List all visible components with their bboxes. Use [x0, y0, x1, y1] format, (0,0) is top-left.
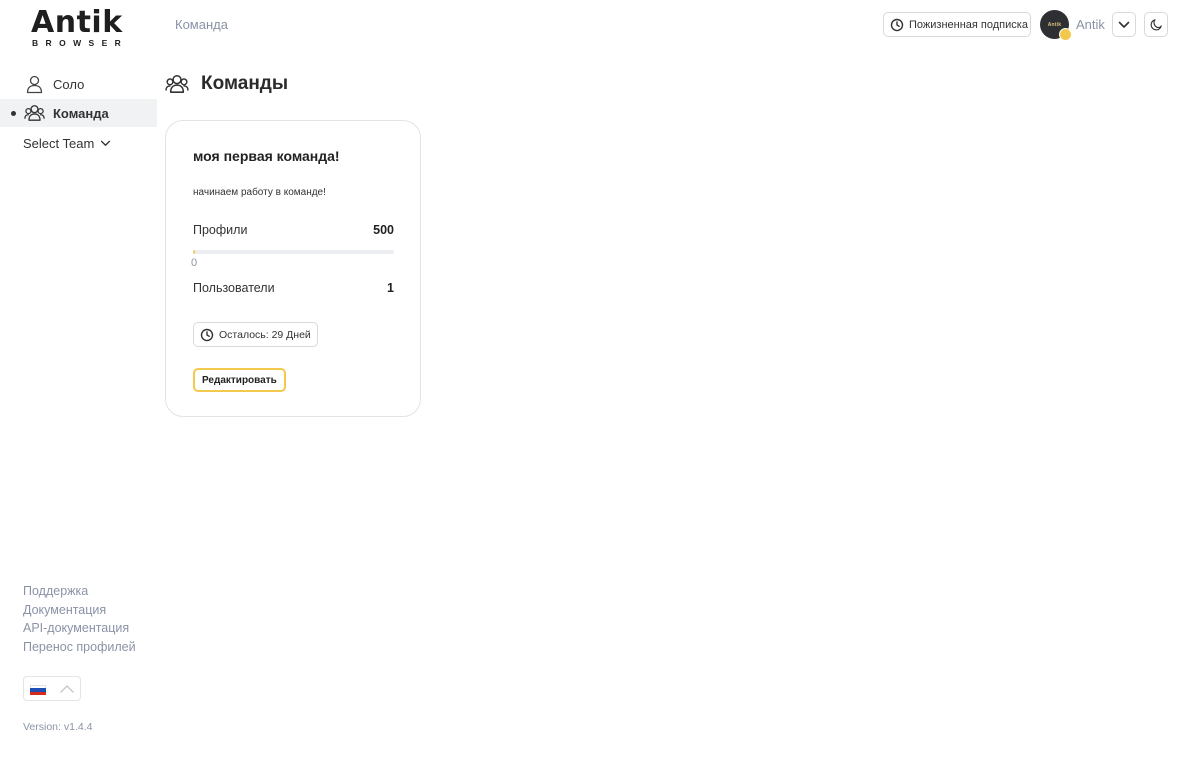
- remaining-days-badge: Осталось: 29 Дней: [193, 322, 318, 347]
- avatar-text: Antik: [1047, 21, 1062, 28]
- api-docs-link[interactable]: API-документация: [23, 621, 136, 637]
- page-title-text: Команды: [201, 73, 289, 94]
- footer-links: Поддержка Документация API-документация …: [23, 584, 136, 655]
- sidebar-item-label: Соло: [53, 77, 85, 92]
- support-link[interactable]: Поддержка: [23, 584, 136, 600]
- theme-toggle-button[interactable]: [1144, 12, 1168, 37]
- breadcrumb: Команда: [175, 17, 228, 32]
- profiles-max: 500: [373, 223, 394, 237]
- sidebar-item-team[interactable]: Команда: [0, 99, 157, 127]
- users-icon: [165, 74, 189, 93]
- select-team-dropdown[interactable]: Select Team: [23, 136, 111, 151]
- users-count: 1: [387, 281, 394, 295]
- docs-link[interactable]: Документация: [23, 603, 136, 619]
- users-label: Пользователи: [193, 281, 275, 295]
- active-bullet: [11, 111, 16, 116]
- star-badge-icon: [1059, 28, 1072, 41]
- user-icon: [26, 75, 43, 94]
- chevron-down-icon: [1118, 21, 1130, 28]
- edit-team-button[interactable]: Редактировать: [193, 368, 286, 392]
- profiles-progress-bar: [193, 250, 394, 254]
- select-team-label: Select Team: [23, 136, 95, 151]
- username[interactable]: Antik: [1076, 17, 1105, 32]
- profiles-row: Профили 500: [193, 223, 394, 237]
- subscription-button[interactable]: Пожизненная подписка: [883, 12, 1031, 37]
- logo-text: Antik: [31, 5, 123, 40]
- version-label: Version: v1.4.4: [23, 721, 93, 733]
- profiles-label: Профили: [193, 223, 248, 237]
- page-title: Команды: [165, 73, 288, 95]
- clock-icon: [890, 18, 904, 31]
- remaining-days-text: Осталось: 29 Дней: [219, 328, 311, 341]
- account-menu-button[interactable]: [1112, 12, 1136, 37]
- team-name: моя первая команда!: [193, 148, 340, 164]
- flag-ru-icon: [30, 685, 46, 695]
- users-icon: [24, 105, 45, 121]
- avatar[interactable]: Antik: [1040, 10, 1072, 41]
- language-selector[interactable]: [23, 676, 81, 701]
- sidebar-item-label: Команда: [53, 106, 109, 121]
- profiles-used: 0: [191, 257, 198, 269]
- chevron-up-icon: [60, 685, 74, 693]
- chevron-down-icon: [101, 140, 111, 146]
- clock-icon: [200, 328, 214, 341]
- logo-subtitle: BROWSER: [32, 38, 129, 48]
- brand-logo[interactable]: Antik BROWSER: [31, 5, 129, 49]
- profiles-progress-fill: [193, 250, 196, 254]
- sidebar-item-solo[interactable]: Соло: [0, 70, 157, 98]
- subscription-label: Пожизненная подписка: [909, 18, 1028, 31]
- moon-icon: [1150, 19, 1162, 31]
- users-row: Пользователи 1: [193, 281, 394, 295]
- profile-transfer-link[interactable]: Перенос профилей: [23, 640, 136, 656]
- team-description: начинаем работу в команде!: [193, 187, 326, 198]
- team-card: моя первая команда! начинаем работу в ко…: [165, 120, 421, 417]
